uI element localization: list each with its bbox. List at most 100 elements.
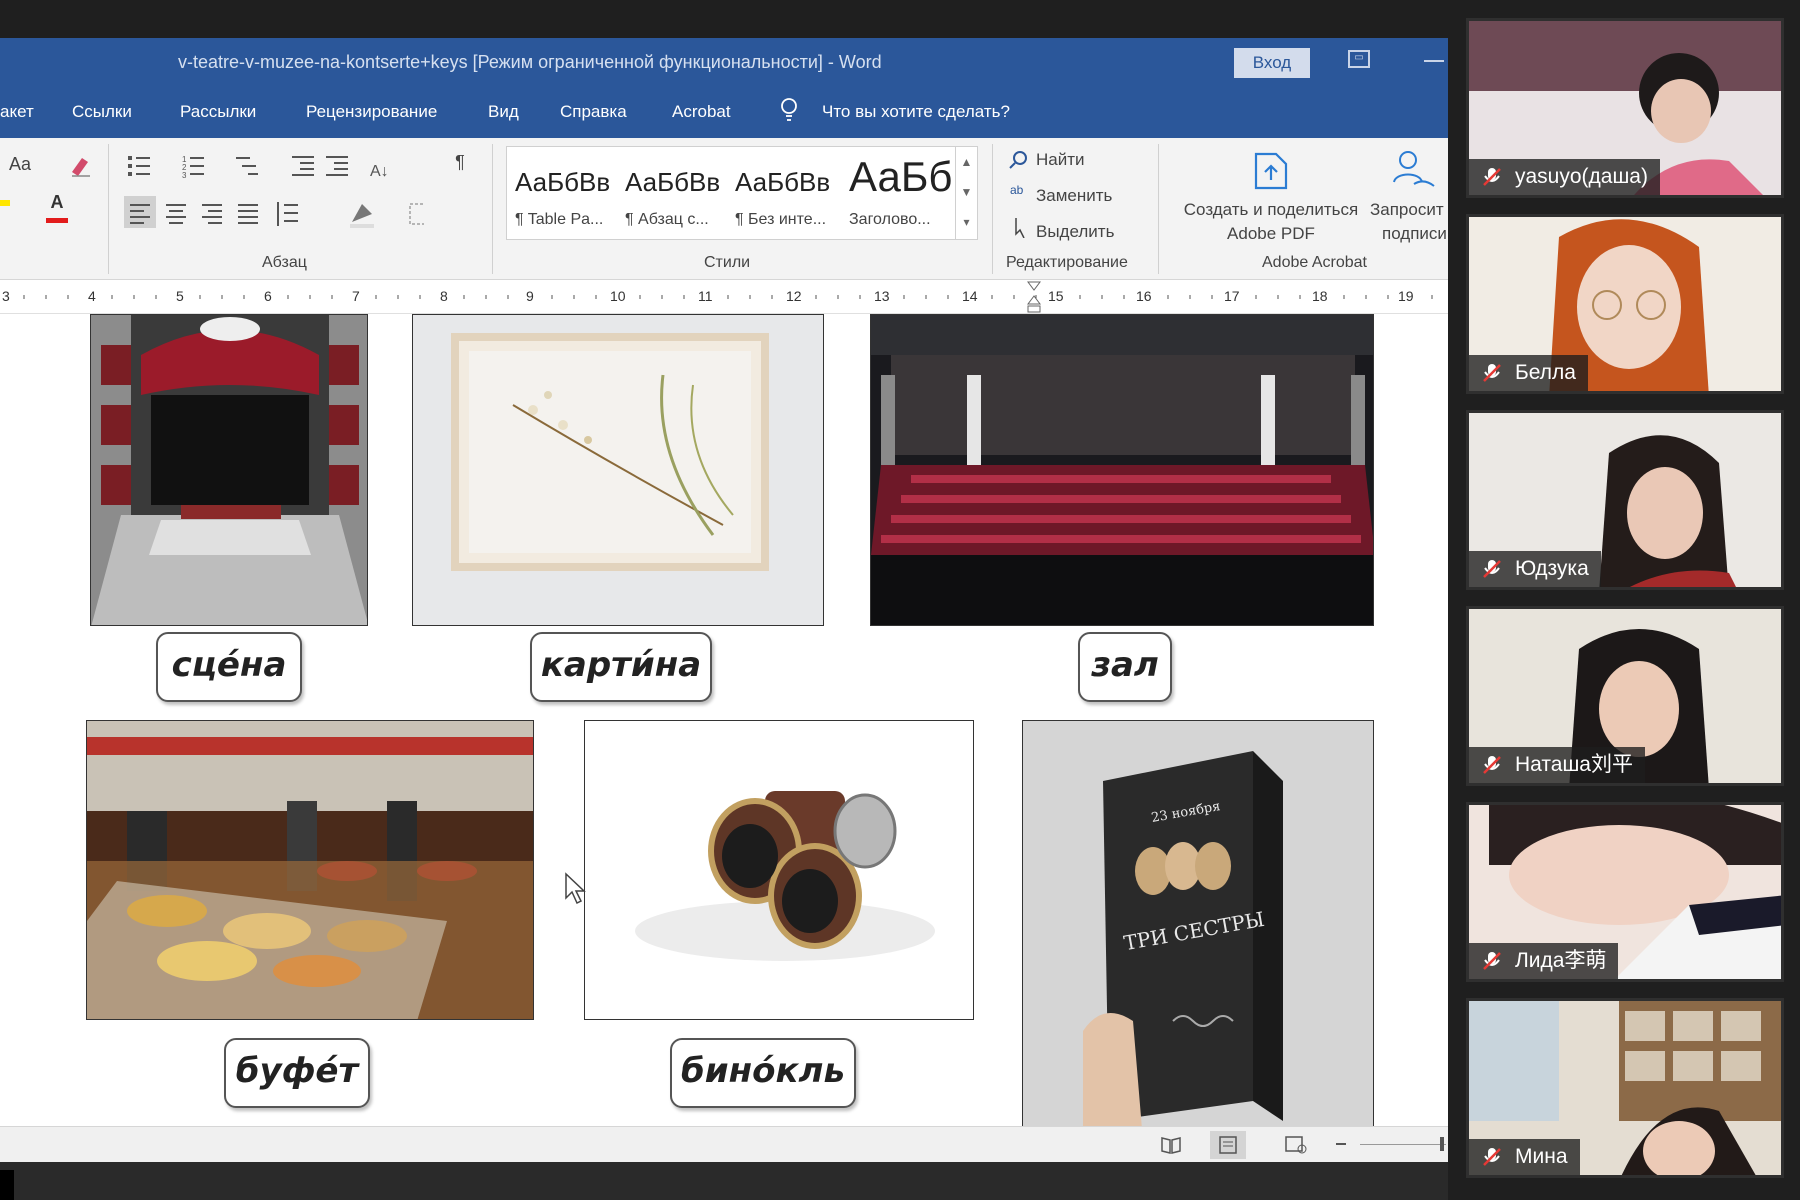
- program-image: 23 ноября ТРИ СЕСТРЫ: [1022, 720, 1374, 1162]
- taskbar: [0, 1162, 1448, 1200]
- ruler-number: 3: [2, 288, 10, 304]
- participant-tile[interactable]: Белла: [1466, 214, 1784, 394]
- participant-name-text: yasuyo(даша): [1515, 165, 1648, 188]
- editing-group-label: Редактирование: [1006, 254, 1128, 271]
- find-button[interactable]: Найти: [1036, 150, 1085, 170]
- participant-tile[interactable]: Юдзука: [1466, 410, 1784, 590]
- word-card-hall: зал: [1078, 632, 1172, 702]
- highlight-color-icon[interactable]: [0, 200, 10, 206]
- styles-group-label: Стили: [704, 254, 751, 271]
- horizontal-ruler[interactable]: 3 4 5 6 7 8 9 10 11 12 13 14 15 16 17 18…: [0, 280, 1448, 314]
- sign-in-button[interactable]: Вход: [1234, 48, 1310, 78]
- ruler-number: 6: [264, 288, 272, 304]
- ruler-number: 19: [1398, 288, 1414, 304]
- minimize-icon[interactable]: [1424, 60, 1444, 62]
- muted-mic-icon: [1483, 168, 1501, 186]
- font-color-swatch: [46, 218, 68, 223]
- tab-references[interactable]: Ссылки: [72, 102, 132, 122]
- hall-image: [870, 314, 1374, 626]
- zoom-out-icon[interactable]: [1336, 1143, 1346, 1145]
- separator: [1158, 144, 1159, 274]
- paragraph-tools: 1 2 3 A↓: [124, 155, 424, 228]
- muted-mic-icon: [1483, 560, 1501, 578]
- ruler-number: 14: [962, 288, 978, 304]
- editing-icons: ab: [1009, 151, 1027, 238]
- replace-button[interactable]: Заменить: [1036, 186, 1112, 206]
- document-title: v-teatre-v-muzee-na-kontserte+keys [Режи…: [178, 52, 882, 72]
- muted-mic-icon: [1483, 364, 1501, 382]
- style-heading[interactable]: АаБб: [849, 153, 952, 201]
- style-name: ¶ Table Pa...: [515, 211, 604, 228]
- clear-formatting-icon[interactable]: [68, 152, 94, 178]
- participant-tile[interactable]: Лида李萌: [1466, 802, 1784, 982]
- word-card-buffet: буфе́т: [224, 1038, 370, 1108]
- participant-tile[interactable]: yasuyo(даша): [1466, 18, 1784, 198]
- tab-view[interactable]: Вид: [488, 102, 519, 122]
- word-window: v-teatre-v-muzee-na-kontserte+keys [Режи…: [0, 38, 1448, 1162]
- svg-text:3: 3: [182, 171, 187, 180]
- participant-name: Юдзука: [1469, 551, 1601, 587]
- read-mode-icon[interactable]: [1160, 1135, 1182, 1155]
- show-formatting-button[interactable]: ¶: [448, 152, 472, 173]
- indent-marker-icon[interactable]: [1026, 280, 1042, 314]
- tab-help[interactable]: Справка: [560, 102, 627, 122]
- tab-layout[interactable]: акет: [0, 102, 34, 122]
- style-no-spacing[interactable]: АаБбВв: [735, 167, 830, 198]
- document-page[interactable]: сце́на карти́на зал 23 ноября ТРИ СЕСТРЫ…: [0, 314, 1448, 1162]
- zoom-slider-thumb[interactable]: [1440, 1137, 1444, 1151]
- ruler-number: 17: [1224, 288, 1240, 304]
- style-name: ¶ Абзац с...: [625, 211, 709, 228]
- painting-image: [412, 314, 824, 626]
- print-layout-button[interactable]: [1210, 1131, 1246, 1159]
- participant-name-text: Наташа刘平: [1515, 753, 1633, 776]
- ruler-number: 11: [698, 288, 713, 304]
- web-layout-icon[interactable]: [1284, 1135, 1308, 1155]
- font-color-button[interactable]: A: [44, 192, 70, 213]
- paragraph-group-label: Абзац: [262, 254, 307, 271]
- menu-bar: акет Ссылки Рассылки Рецензирование Вид …: [0, 88, 1448, 138]
- lightbulb-icon: [781, 98, 797, 121]
- mouse-cursor-icon: [565, 872, 586, 905]
- tell-me-search[interactable]: Что вы хотите сделать?: [822, 102, 1010, 122]
- ruler-number: 12: [786, 288, 802, 304]
- style-list-paragraph[interactable]: АаБбВв: [625, 167, 720, 198]
- tab-acrobat[interactable]: Acrobat: [672, 102, 731, 122]
- participant-name-text: Юдзука: [1515, 557, 1589, 580]
- ruler-number: 18: [1312, 288, 1328, 304]
- tab-mailings[interactable]: Рассылки: [180, 102, 256, 122]
- tab-review[interactable]: Рецензирование: [306, 102, 437, 122]
- create-pdf-icon: [1254, 152, 1288, 190]
- ruler-number: 15: [1048, 288, 1064, 304]
- participant-name-text: Белла: [1515, 361, 1576, 384]
- participant-name: Мина: [1469, 1139, 1580, 1175]
- ruler-number: 16: [1136, 288, 1152, 304]
- create-share-pdf-button[interactable]: Создать и поделиться: [1176, 200, 1366, 220]
- style-table-paragraph[interactable]: АаБбВв: [515, 167, 610, 198]
- participants-panel: yasuyo(даша) Белла Юдзука Наташа刘平 Лида李…: [1448, 0, 1800, 1200]
- participant-name: Наташа刘平: [1469, 747, 1645, 783]
- muted-mic-icon: [1483, 756, 1501, 774]
- request-signatures-button[interactable]: Запросит: [1370, 200, 1444, 220]
- ribbon-display-options-icon[interactable]: ▭: [1348, 50, 1370, 68]
- word-card-stage: сце́на: [156, 632, 302, 702]
- binoculars-image: [584, 720, 974, 1020]
- participant-tile[interactable]: Наташа刘平: [1466, 606, 1784, 786]
- muted-mic-icon: [1483, 952, 1501, 970]
- taskbar-item[interactable]: [0, 1170, 14, 1200]
- participant-tile[interactable]: Мина: [1466, 998, 1784, 1178]
- separator: [108, 144, 109, 274]
- ruler-number: 7: [352, 288, 360, 304]
- ruler-number: 10: [610, 288, 626, 304]
- participant-name: Лида李萌: [1469, 943, 1619, 979]
- participant-name-text: Лида李萌: [1515, 949, 1607, 972]
- participant-name: Белла: [1469, 355, 1588, 391]
- word-card-binoculars: бино́кль: [670, 1038, 856, 1108]
- status-bar: [0, 1126, 1448, 1162]
- ruler-number: 13: [874, 288, 890, 304]
- ruler-number: 5: [176, 288, 184, 304]
- styles-scroll[interactable]: ▲ ▼ ▾: [955, 147, 977, 239]
- change-case-button[interactable]: Aa: [0, 154, 40, 175]
- select-button[interactable]: Выделить: [1036, 222, 1114, 242]
- zoom-slider[interactable]: [1360, 1144, 1446, 1145]
- request-signatures-icon: [1393, 151, 1435, 187]
